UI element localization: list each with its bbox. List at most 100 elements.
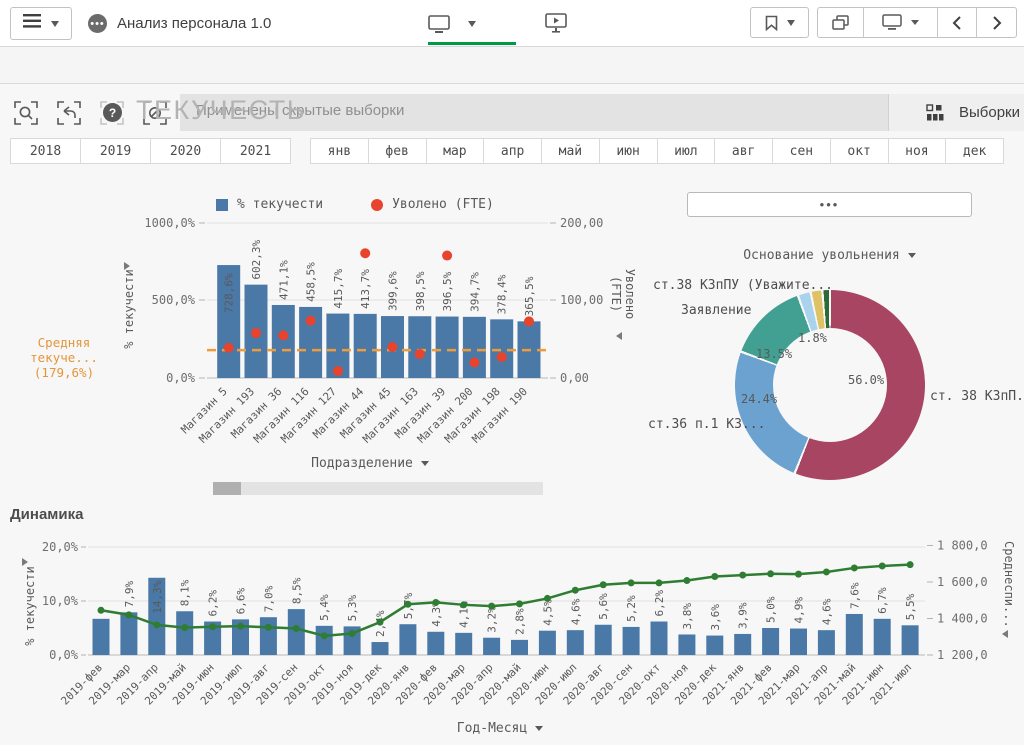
smart-search-button[interactable] [14,101,38,125]
bar[interactable] [372,642,389,655]
bookmarks-button[interactable] [750,7,809,38]
month-filter-option[interactable]: июн [600,139,658,163]
month-filter-option[interactable]: окт [831,139,889,163]
month-filter-option[interactable]: апр [484,139,542,163]
dynamics-scroll-left-arrow[interactable] [1002,630,1008,638]
turnover-chart[interactable]: 1000,0%200,00500,0%100,000,0%0,00728,6%М… [125,190,640,490]
month-filter-option[interactable]: май [542,139,600,163]
bar[interactable] [455,633,472,655]
bar[interactable] [399,624,416,655]
line-point[interactable] [600,581,607,588]
line-point[interactable] [572,587,579,594]
bar[interactable] [260,617,277,655]
line-point[interactable] [404,601,411,608]
line-point[interactable] [377,619,384,626]
scatter-dot[interactable] [251,328,261,338]
bar[interactable] [436,317,459,378]
bar[interactable] [567,630,584,655]
line-point[interactable] [544,595,551,602]
line-point[interactable] [209,623,216,630]
bar[interactable] [490,319,513,378]
bar[interactable] [511,640,528,655]
help-icon[interactable]: ? [103,103,122,122]
month-filter-option[interactable]: сен [773,139,831,163]
line-point[interactable] [683,577,690,584]
month-filter-option[interactable]: фев [369,139,427,163]
line-point[interactable] [739,572,746,579]
bar[interactable] [408,316,431,378]
bar[interactable] [288,609,305,655]
line-point[interactable] [125,611,132,618]
year-filter-option[interactable]: 2019 [81,139,151,163]
bar[interactable] [818,630,835,655]
line-point[interactable] [153,621,160,628]
bar[interactable] [316,626,333,655]
selections-tool-button[interactable]: Выборки [888,94,1024,131]
month-filter-option[interactable]: ноя [889,139,947,163]
line-point[interactable] [907,561,914,568]
bar[interactable] [176,611,193,655]
line-point[interactable] [823,568,830,575]
dynamics-chart[interactable]: 20,0%10,0%0,0%1 800,01 600,01 400,01 200… [20,533,1024,745]
year-filter-option[interactable]: 2021 [221,139,290,163]
global-menu-button[interactable] [10,7,72,40]
year-filter-option[interactable]: 2018 [11,139,81,163]
line-point[interactable] [321,632,328,639]
line-point[interactable] [879,562,886,569]
sheets-overview-button[interactable] [818,8,863,37]
month-filter-option[interactable]: мар [427,139,485,163]
bar[interactable] [120,612,137,655]
line-point[interactable] [460,601,467,608]
bar[interactable] [678,634,695,655]
line-point[interactable] [767,570,774,577]
donut-dimension-dropdown[interactable]: Основание увольнения [687,248,972,263]
previous-sheet-button[interactable] [937,8,977,37]
line-point[interactable] [349,630,356,637]
scatter-dot[interactable] [224,343,234,353]
bar[interactable] [595,625,612,655]
scatter-dot[interactable] [524,316,534,326]
line-point[interactable] [628,579,635,586]
line-point[interactable] [851,564,858,571]
line-point[interactable] [795,571,802,578]
bar[interactable] [706,636,723,655]
month-filter-option[interactable]: дек [946,139,1003,163]
current-sheet-button[interactable] [863,8,937,37]
next-sheet-button[interactable] [976,8,1016,37]
scatter-dot[interactable] [388,342,398,352]
scatter-dot[interactable] [306,316,316,326]
scatter-dot[interactable] [278,330,288,340]
month-filter-option[interactable]: июл [658,139,716,163]
bar[interactable] [93,619,110,655]
line-point[interactable] [181,624,188,631]
bar[interactable] [483,638,500,655]
step-back-button[interactable] [57,101,81,125]
scatter-dot[interactable] [415,349,425,359]
line-point[interactable] [237,623,244,630]
bar[interactable] [463,317,486,378]
turnover-chart-scrollbar[interactable] [213,482,543,495]
bar[interactable] [539,631,556,655]
bar[interactable] [790,629,807,655]
month-filter-option[interactable]: авг [715,139,773,163]
donut-options-button[interactable]: ••• [687,192,972,217]
bar[interactable] [874,619,891,655]
scatter-dot[interactable] [497,352,507,362]
scatter-dot[interactable] [360,248,370,258]
bar[interactable] [354,314,377,378]
bar[interactable] [734,634,751,655]
year-filter-option[interactable]: 2020 [151,139,221,163]
bar[interactable] [623,627,640,655]
bar[interactable] [762,628,779,655]
turnover-dimension-dropdown[interactable]: Подразделение [290,456,450,471]
bar[interactable] [272,305,295,378]
bar[interactable] [902,625,919,655]
line-point[interactable] [98,607,105,614]
bar[interactable] [846,614,863,655]
line-point[interactable] [656,579,663,586]
bar[interactable] [651,622,668,655]
sheet-view-button[interactable] [428,12,494,36]
presentation-mode-button[interactable] [545,13,567,38]
line-point[interactable] [265,624,272,631]
bar[interactable] [427,632,444,655]
